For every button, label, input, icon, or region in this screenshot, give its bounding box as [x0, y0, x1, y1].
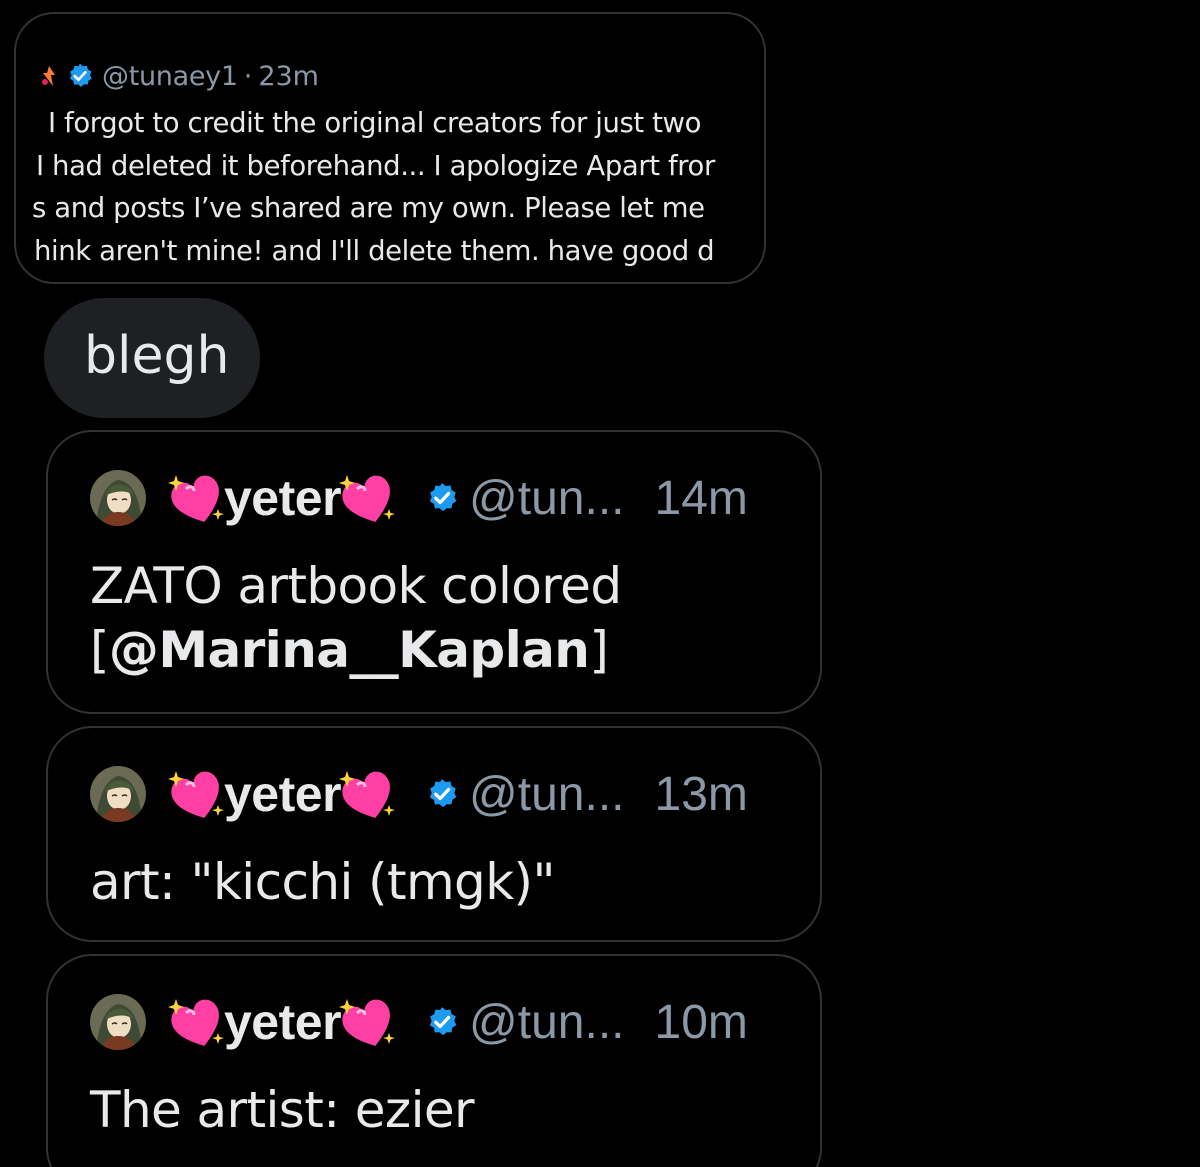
sparkling-heart-icon — [168, 771, 224, 818]
quoted-post-header: @tunaey1 · 23m — [42, 58, 319, 94]
verified-badge-icon — [69, 63, 92, 87]
shared-post-card[interactable]: yeter @tun... 10m The artist: ezier — [46, 954, 822, 1167]
quoted-post-timestamp[interactable]: 23m — [258, 61, 319, 92]
post-timestamp[interactable]: 14m — [655, 471, 748, 526]
display-name[interactable]: yeter — [224, 469, 342, 527]
sparkling-heart-icon — [168, 999, 224, 1046]
mention-link[interactable]: @Marina__Kaplan — [109, 621, 590, 679]
verified-badge-icon — [429, 483, 457, 512]
post-handle[interactable]: @tun... — [469, 471, 624, 526]
quoted-post-text: I forgot to credit the original creators… — [32, 102, 764, 272]
bracket-open: [ — [90, 621, 110, 679]
verified-badge-icon — [429, 779, 457, 808]
avatar[interactable] — [90, 470, 146, 526]
post-header: yeter @tun... 14m — [90, 462, 748, 534]
avatar[interactable] — [90, 994, 146, 1050]
post-text: The artist: ezier — [90, 1081, 475, 1139]
post-header: yeter @tun... 13m — [90, 758, 748, 830]
post-text-line: ZATO artbook colored — [90, 557, 622, 615]
quoted-post-line: I forgot to credit the original creators… — [48, 107, 702, 139]
post-header: yeter @tun... 10m — [90, 986, 748, 1058]
dm-conversation: @tunaey1 · 23m I forgot to credit the or… — [0, 0, 1200, 1167]
quoted-post-line: hink aren't mine! and I'll delete them. … — [34, 234, 715, 267]
message-bubble[interactable]: blegh — [44, 298, 260, 418]
post-handle[interactable]: @tun... — [469, 767, 624, 822]
shared-post-card[interactable]: yeter @tun... 14m ZATO artbook colored [… — [46, 430, 822, 714]
sparkling-heart-icon — [339, 999, 396, 1046]
display-name[interactable]: yeter — [224, 993, 342, 1051]
post-timestamp[interactable]: 13m — [655, 767, 748, 822]
sparkling-heart-icon — [339, 771, 396, 818]
post-text: ZATO artbook colored [@Marina__Kaplan] — [90, 554, 622, 682]
verified-badge-icon — [429, 1007, 457, 1036]
message-text: blegh — [84, 326, 230, 386]
display-name[interactable]: yeter — [224, 765, 342, 823]
emoji-icon — [42, 66, 55, 86]
sparkling-heart-icon — [339, 475, 396, 522]
post-timestamp[interactable]: 10m — [655, 995, 748, 1050]
quoted-post-line: I had deleted it beforehand... I apologi… — [36, 149, 715, 182]
separator-dot: · — [243, 60, 253, 92]
bracket-close: ] — [589, 621, 609, 679]
sparkling-heart-icon — [168, 475, 224, 522]
quoted-post-card[interactable]: @tunaey1 · 23m I forgot to credit the or… — [14, 12, 766, 284]
post-handle[interactable]: @tun... — [469, 995, 624, 1050]
quoted-post-line: s and posts I’ve shared are my own. Plea… — [32, 192, 705, 224]
shared-post-card[interactable]: yeter @tun... 13m art: "kicchi (tmgk)" — [46, 726, 822, 942]
post-text: art: "kicchi (tmgk)" — [90, 853, 555, 911]
quoted-post-handle[interactable]: @tunaey1 — [102, 61, 238, 92]
avatar[interactable] — [90, 766, 146, 822]
